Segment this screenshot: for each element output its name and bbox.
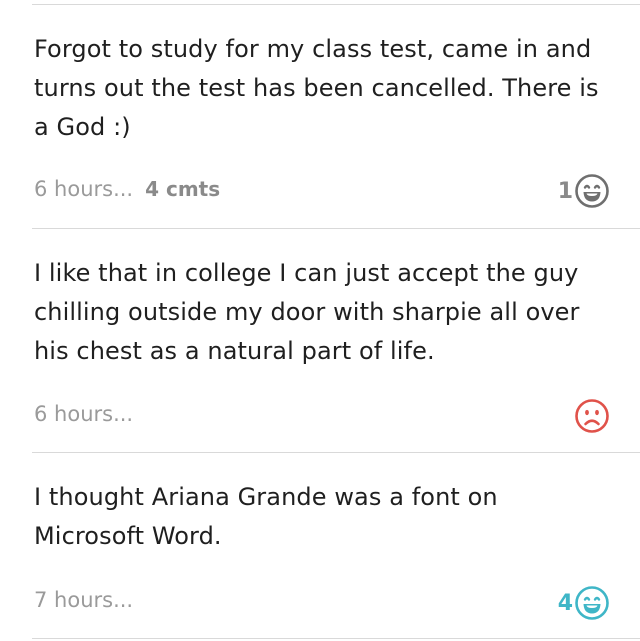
- reaction[interactable]: 1: [558, 173, 610, 209]
- post-meta: 6 hours...: [34, 402, 133, 426]
- post-meta: 6 hours... 4 cmts: [34, 177, 220, 201]
- post-text: I thought Ariana Grande was a font on Mi…: [34, 483, 498, 550]
- post-meta: 7 hours...: [34, 588, 133, 612]
- sad-face-icon: [575, 399, 609, 433]
- divider: [32, 452, 640, 453]
- post-timestamp: 6 hours...: [34, 177, 134, 201]
- divider: [32, 228, 640, 229]
- reaction-count: 4: [557, 590, 573, 616]
- divider: [32, 4, 640, 5]
- post-timestamp: 7 hours...: [34, 588, 134, 612]
- laughing-face-icon: [575, 174, 609, 208]
- post-text: Forgot to study for my class test, came …: [34, 35, 599, 141]
- comment-count[interactable]: 4 cmts: [145, 177, 220, 201]
- feed-list: Forgot to study for my class test, came …: [0, 0, 640, 641]
- laughing-face-icon: [575, 586, 609, 620]
- reaction-count: 1: [557, 178, 573, 204]
- reaction[interactable]: [574, 398, 610, 434]
- reaction[interactable]: 4: [558, 585, 610, 621]
- post-text: I like that in college I can just accept…: [34, 259, 580, 365]
- post-timestamp: 6 hours...: [34, 402, 134, 426]
- divider: [32, 638, 640, 639]
